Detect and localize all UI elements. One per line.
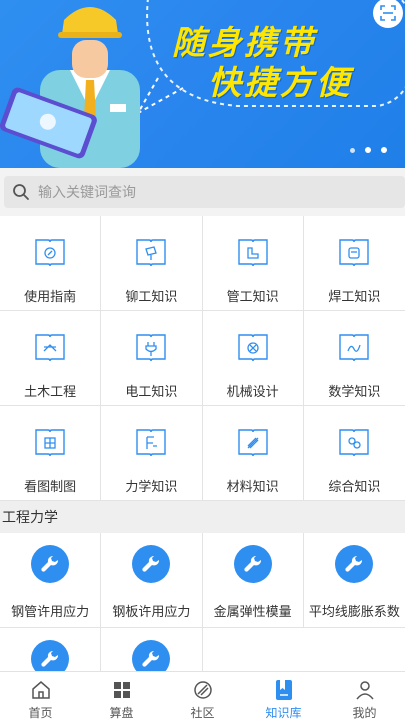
carousel-dot[interactable] [350, 147, 355, 153]
wrench-icon [244, 555, 261, 572]
category-label: 管工知识 [226, 290, 279, 305]
category-label: 综合知识 [328, 480, 381, 495]
category-item[interactable]: 管工知识 [203, 216, 304, 311]
category-label: 力学知识 [125, 480, 178, 495]
pipe-book-icon [237, 239, 268, 267]
tool-item[interactable]: 平均线膨胀系数 [304, 533, 405, 628]
compass-book-icon [35, 239, 65, 267]
category-label: 材料知识 [226, 480, 279, 495]
material-book-icon [237, 429, 268, 457]
tab-label: 知识库 [265, 706, 302, 720]
user-icon [355, 681, 374, 700]
category-item[interactable]: 电工知识 [101, 311, 203, 406]
welding-book-icon [339, 239, 370, 267]
tool-icon-circle [31, 545, 70, 583]
search-input[interactable]: 输入关键词查询 [4, 176, 405, 208]
category-row: 使用指南 铆工知识 管工知识 焊工知识 [0, 216, 405, 311]
tool-label: 钢板许用应力 [112, 605, 191, 620]
category-item[interactable]: 焊工知识 [304, 216, 405, 311]
search-area: 输入关键词查询 [0, 168, 405, 216]
wrench-icon [142, 650, 160, 667]
tab-knowledge[interactable]: 知识库 [243, 672, 324, 725]
category-item[interactable]: 使用指南 [0, 216, 102, 311]
tool-item[interactable]: 金属弹性模量 [203, 533, 304, 628]
tab-user[interactable]: 我的 [324, 672, 405, 725]
tool-row: 钢管许用应力 钢板许用应力 金属弹性模量 平均线膨胀系数 [0, 533, 405, 628]
wrench-icon [41, 555, 59, 572]
carousel-dot-active[interactable] [365, 147, 371, 153]
tab-label: 算盘 [109, 706, 134, 720]
category-label: 焊工知识 [328, 290, 381, 305]
tool-icon-circle [335, 545, 374, 583]
scan-icon [380, 5, 396, 21]
tool-item[interactable]: 钢板许用应力 [101, 533, 203, 628]
tab-home[interactable]: 首页 [0, 672, 81, 725]
home-icon [31, 681, 50, 699]
category-label: 数学知识 [328, 385, 381, 400]
tab-label: 首页 [28, 706, 53, 720]
grid-icon [113, 682, 130, 698]
banner-slogan-line2: 快捷方便 [208, 63, 352, 102]
category-item[interactable]: 数学知识 [304, 311, 405, 406]
tab-community[interactable]: 社区 [162, 672, 243, 725]
category-label: 电工知识 [125, 385, 178, 400]
tool-item[interactable]: 钢管许用应力 [0, 533, 102, 628]
tool-label: 钢管许用应力 [11, 605, 90, 620]
category-item[interactable]: 力学知识 [101, 406, 203, 501]
carousel-indicator [350, 147, 387, 153]
tab-label: 社区 [190, 706, 215, 720]
wrench-icon [41, 650, 59, 667]
plug-book-icon [136, 334, 167, 362]
category-item[interactable]: 综合知识 [304, 406, 405, 501]
tool-icon-circle [233, 545, 272, 583]
category-label: 土木工程 [24, 385, 77, 400]
carousel-dot[interactable] [381, 147, 387, 153]
search-placeholder: 输入关键词查询 [38, 185, 136, 201]
category-row: 看图制图 力学知识 材料知识 综合知识 [0, 406, 405, 501]
banner-carousel[interactable]: 随身携带 快捷方便 [0, 0, 405, 168]
tab-label: 我的 [352, 706, 377, 720]
civil-book-icon [35, 334, 65, 362]
bottom-tab-bar: 首页 算盘 社区 知识库 我的 [0, 671, 405, 725]
category-item[interactable]: 铆工知识 [101, 216, 203, 311]
category-label: 看图制图 [24, 480, 77, 495]
tool-icon-circle [132, 545, 171, 583]
category-row: 土木工程 电工知识 机械设计 数学知识 [0, 311, 405, 406]
category-label: 机械设计 [226, 385, 279, 400]
category-item[interactable]: 看图制图 [0, 406, 102, 501]
knowledge-icon [275, 680, 292, 700]
category-item[interactable]: 机械设计 [203, 311, 304, 406]
search-icon [13, 184, 29, 200]
category-label: 铆工知识 [125, 290, 178, 305]
tool-label: 平均线膨胀系数 [308, 605, 400, 620]
wrench-icon [142, 555, 160, 572]
community-icon [193, 681, 212, 699]
math-book-icon [339, 334, 370, 362]
force-book-icon [136, 429, 167, 457]
category-item[interactable]: 材料知识 [203, 406, 304, 501]
wrench-icon [345, 555, 363, 572]
tool-label: 金属弹性模量 [213, 605, 292, 620]
category-label: 使用指南 [24, 290, 77, 305]
rivet-book-icon [136, 239, 167, 267]
category-grid: 使用指南 铆工知识 管工知识 焊工知识土木工程 电工知识 机械设计 数学知识看图制图 力学知识… [0, 216, 405, 501]
general-book-icon [339, 429, 370, 457]
section-title: 工程力学 [0, 501, 405, 533]
gear-book-icon [237, 334, 268, 362]
drawing-book-icon [35, 429, 65, 457]
tab-grid[interactable]: 算盘 [81, 672, 162, 725]
category-item[interactable]: 土木工程 [0, 311, 102, 406]
worker-illustration [0, 7, 140, 168]
